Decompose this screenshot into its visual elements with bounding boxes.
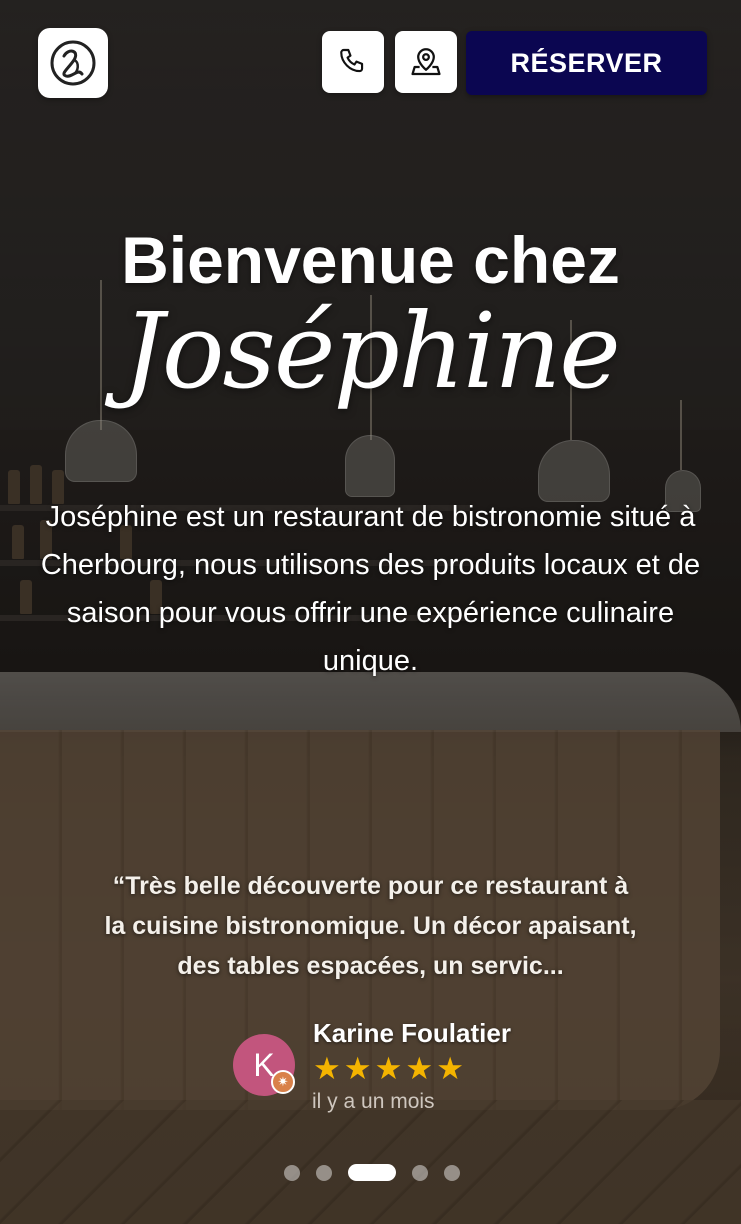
carousel-dot[interactable] xyxy=(284,1165,300,1181)
reserve-button[interactable]: RÉSERVER xyxy=(466,31,707,95)
carousel-pagination xyxy=(0,1164,741,1182)
hero-title-script: Joséphine xyxy=(122,290,621,412)
map-pin-icon xyxy=(411,48,441,76)
carousel-dot[interactable] xyxy=(444,1165,460,1181)
location-button[interactable] xyxy=(395,31,457,93)
carousel-dot[interactable] xyxy=(412,1165,428,1181)
review-quote: “Très belle découverte pour ce restauran… xyxy=(104,872,637,980)
star-icon: ★ xyxy=(436,1051,464,1086)
star-icon: ★ xyxy=(313,1051,341,1086)
star-icon: ★ xyxy=(405,1051,434,1086)
local-guide-badge-icon: ✷ xyxy=(271,1070,295,1094)
josephine-logo-icon xyxy=(50,40,96,86)
phone-button[interactable] xyxy=(322,31,384,93)
hero-intro: Joséphine est un restaurant de bistronom… xyxy=(40,501,701,677)
star-icon: ★ xyxy=(343,1051,372,1086)
carousel-dot[interactable] xyxy=(316,1165,332,1181)
carousel-dot-active[interactable] xyxy=(348,1164,396,1181)
review-time: il y a un mois xyxy=(312,1090,435,1113)
logo-button[interactable] xyxy=(38,28,108,98)
star-icon: ★ xyxy=(374,1051,403,1086)
star-rating: ★ ★ ★ ★ ★ xyxy=(313,1052,464,1086)
hero-title: Bienvenue chez xyxy=(121,223,620,297)
phone-icon xyxy=(340,48,364,73)
reviewer-name: Karine Foulatier xyxy=(313,1018,511,1048)
